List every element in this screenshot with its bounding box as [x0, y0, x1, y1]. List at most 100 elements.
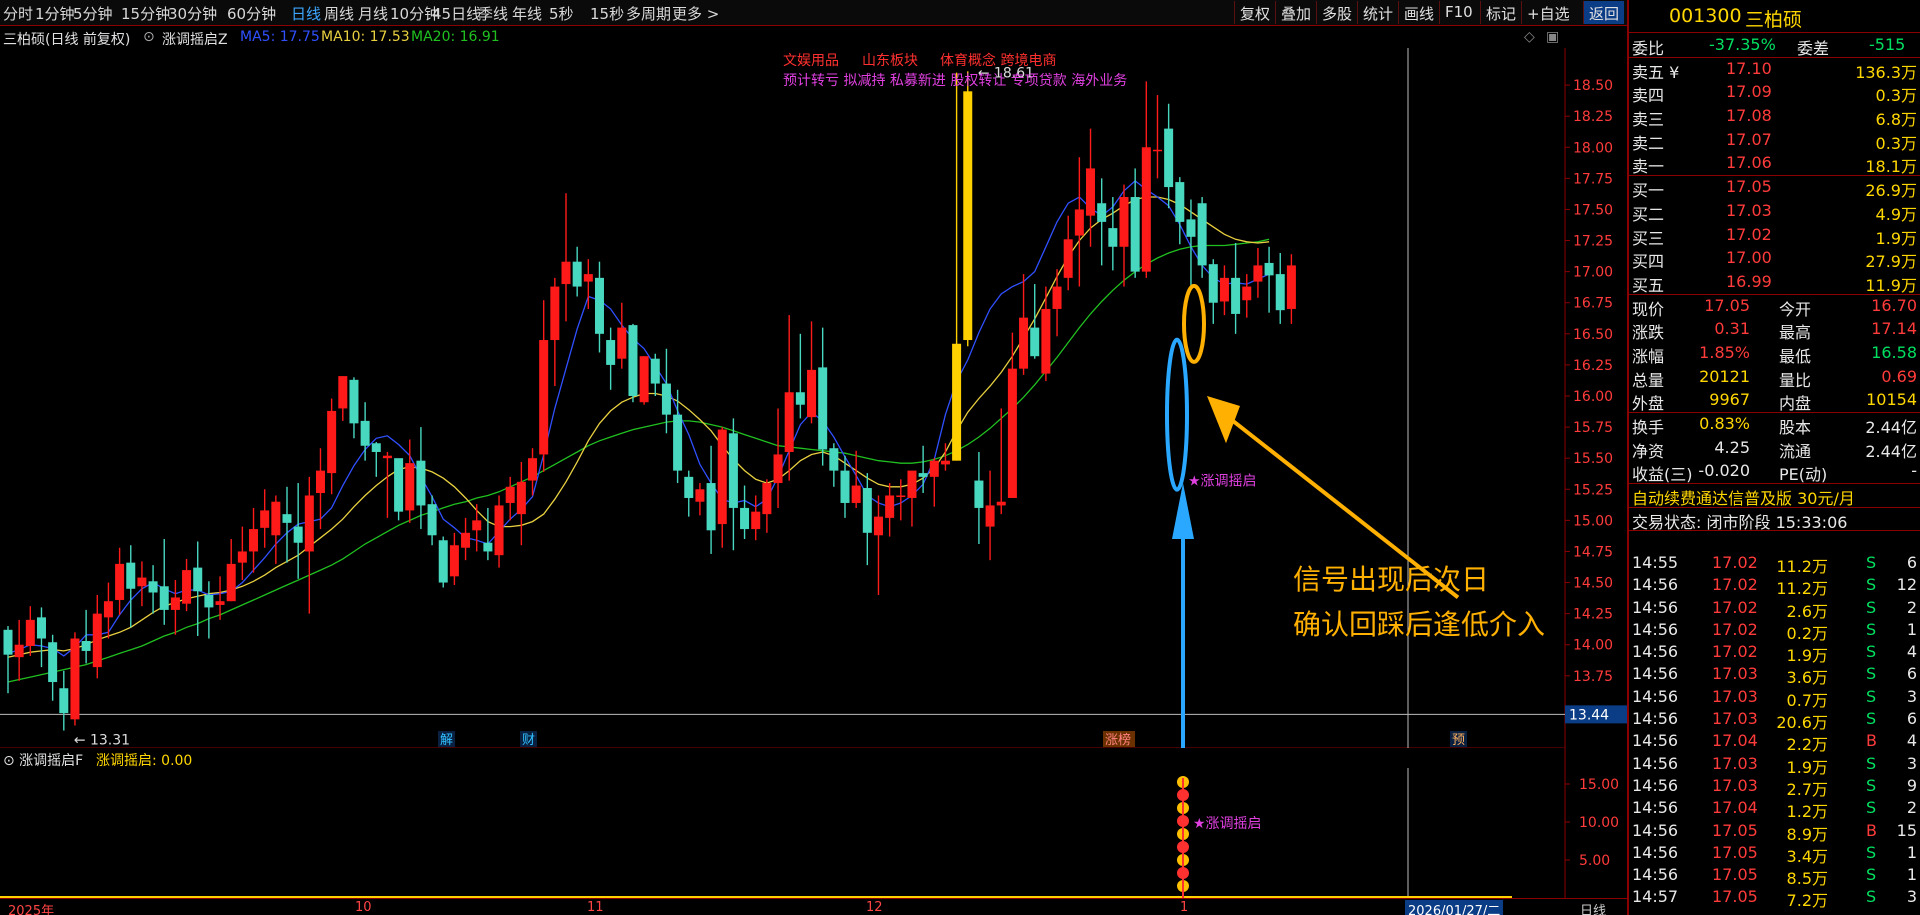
- period-15[interactable]: 多周期: [626, 3, 671, 24]
- toolbar-button-2[interactable]: 多股: [1316, 1, 1357, 24]
- period-7[interactable]: 周线: [324, 3, 354, 24]
- period-14[interactable]: 15秒: [590, 3, 624, 24]
- concept-tag: 体育概念 跨境电商: [940, 52, 1056, 69]
- promo-row[interactable]: 自动续费通达信普及版 30元/月: [1629, 484, 1920, 508]
- bid-row-volume: 27.9万: [1865, 252, 1917, 272]
- toolbar-button-5[interactable]: F10: [1439, 1, 1478, 24]
- bid-row-label: 买五: [1632, 275, 1665, 295]
- candle-body: [661, 383, 671, 415]
- candle-body: [740, 507, 750, 530]
- candle-body: [1007, 368, 1017, 498]
- toolbar-button-7[interactable]: +自选: [1521, 1, 1575, 24]
- period-11[interactable]: 季线: [478, 3, 508, 24]
- window-icon[interactable]: ▣: [1546, 29, 1559, 45]
- candle-body: [505, 486, 515, 503]
- tick-price: 17.03: [1712, 753, 1758, 773]
- x-label-dec: 12: [866, 900, 883, 915]
- period-2[interactable]: 5分钟: [73, 3, 113, 24]
- tick-row: 14:56 17.04 2.2万 B 4: [1629, 730, 1920, 754]
- period-0[interactable]: 分时: [3, 3, 33, 24]
- period-3[interactable]: 15分钟: [121, 3, 170, 24]
- tick-price: 17.02: [1712, 642, 1758, 662]
- period-6[interactable]: 日线: [291, 3, 321, 24]
- period-4[interactable]: 30分钟: [168, 3, 217, 24]
- chevron-down-icon[interactable]: ⊙: [143, 29, 155, 45]
- stat2-row: 换手 0.83% 股本 2.44亿: [1629, 413, 1920, 437]
- candle-body: [1141, 147, 1151, 272]
- candle-body: [182, 570, 192, 604]
- candle-body: [438, 540, 448, 583]
- candle-body: [36, 617, 46, 639]
- bid-row-price: 16.99: [1726, 271, 1772, 291]
- candle-body: [204, 594, 214, 608]
- tick-count: 1: [1906, 865, 1917, 885]
- y-tick-label: 16.00: [1573, 389, 1613, 405]
- bid-row-volume: 11.9万: [1865, 275, 1917, 295]
- stock-name: 三柏硕: [1745, 9, 1803, 31]
- ask-row-price: 17.08: [1726, 106, 1772, 126]
- candle-body: [583, 274, 593, 282]
- toolbar-button-8[interactable]: 返回: [1583, 1, 1625, 24]
- candle-body: [1130, 197, 1140, 272]
- candle-body: [1197, 203, 1207, 266]
- ask-row-price: 17.06: [1726, 153, 1772, 173]
- tick-price: 17.04: [1712, 798, 1758, 818]
- period-5[interactable]: 60分钟: [227, 3, 276, 24]
- tick-price: 17.03: [1712, 775, 1758, 795]
- period-16[interactable]: 更多 >: [672, 3, 719, 24]
- y-tick-label: 14.25: [1573, 607, 1613, 623]
- candle-body: [282, 514, 292, 523]
- candle-body: [148, 581, 158, 593]
- toolbar-button-0[interactable]: 复权: [1234, 1, 1275, 24]
- stat-row: 现价 17.05 今开 16.70: [1629, 295, 1920, 319]
- toolbar-button-6[interactable]: 标记: [1480, 1, 1521, 24]
- period-8[interactable]: 月线: [358, 3, 388, 24]
- stat2-value2: -: [1911, 461, 1917, 481]
- tick-time: 14:56: [1632, 820, 1679, 840]
- candle-body: [974, 480, 984, 508]
- candle-body: [784, 392, 794, 452]
- signal-ellipse-orange: [1182, 283, 1206, 364]
- period-13[interactable]: 5秒: [549, 3, 574, 24]
- tick-time: 14:56: [1632, 753, 1679, 773]
- period-1[interactable]: 1分钟: [35, 3, 75, 24]
- event-marker: 涨榜: [1105, 732, 1131, 748]
- candle-body: [706, 483, 716, 531]
- webi-cell: -37.35%: [1709, 35, 1776, 54]
- tick-price: 17.03: [1712, 664, 1758, 684]
- toolbar-button-3[interactable]: 统计: [1357, 1, 1398, 24]
- toolbar-button-1[interactable]: 叠加: [1275, 1, 1316, 24]
- tick-row: 14:56 17.05 3.4万 S 1: [1629, 842, 1920, 866]
- stat-label2: 今开: [1779, 299, 1812, 319]
- stat-row: 涨幅 1.85% 最低 16.58: [1629, 342, 1920, 366]
- stat2-label2: PE(动): [1779, 465, 1828, 485]
- toolbar-button-4[interactable]: 画线: [1398, 1, 1439, 24]
- tick-count: 15: [1896, 820, 1917, 840]
- candle-body: [1052, 286, 1062, 309]
- date-axis: 2025年 10 11 12 1 2026/01/27/二 日线: [0, 898, 1627, 915]
- tick-count: 3: [1906, 753, 1917, 773]
- stat-value2: 17.14: [1871, 319, 1917, 339]
- candle-body: [1186, 219, 1196, 237]
- tick-count: 6: [1906, 664, 1917, 684]
- candle-body: [896, 495, 906, 497]
- candle-body: [115, 563, 125, 600]
- candle-body: [237, 551, 247, 563]
- candle-body: [1242, 286, 1252, 301]
- y-tick-label: 15.00: [1573, 513, 1613, 529]
- price-chart[interactable]: 18.50 18.25 18.00 17.75 17.50 17.25 17.00 16.75…: [0, 48, 1628, 748]
- period-10[interactable]: 45日线: [432, 3, 481, 24]
- indicator-name[interactable]: 涨调摇启Z: [162, 29, 228, 49]
- y-tick-label: 18.25: [1573, 109, 1613, 125]
- indicator-chart[interactable]: ⊙ 涨调摇启F 涨调摇启: 0.00 15.00 10.00 5.00 ★涨调摇启: [0, 748, 1628, 898]
- stat-value2: 0.69: [1881, 366, 1917, 386]
- promo-text[interactable]: 自动续费通达信普及版 30元/月: [1632, 485, 1855, 509]
- tick-count: 2: [1906, 597, 1917, 617]
- candle-body: [996, 501, 1006, 506]
- webi-cell: 委比: [1632, 39, 1665, 58]
- ask-row: 卖三 17.08 6.8万: [1629, 105, 1920, 129]
- period-12[interactable]: 年线: [512, 3, 542, 24]
- panel-divider: [1627, 0, 1629, 915]
- diamond-icon[interactable]: ◇: [1524, 29, 1535, 45]
- tick-time: 14:56: [1632, 798, 1679, 818]
